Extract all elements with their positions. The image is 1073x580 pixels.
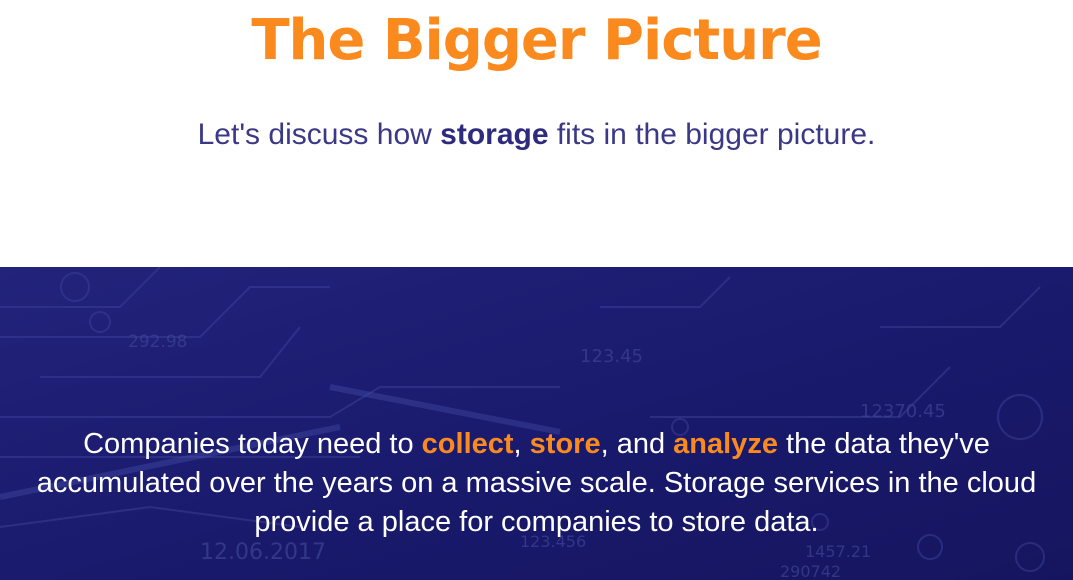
text-segment: Companies today need to: [83, 428, 422, 460]
subtitle-text-before: Let's discuss how: [197, 118, 441, 151]
decor-number: 12.06.2017: [200, 540, 326, 565]
decor-number: 290742: [780, 562, 841, 580]
subtitle-emphasis: storage: [440, 118, 549, 151]
page-title: The Bigger Picture: [251, 8, 822, 73]
info-band: 292.98 123.45 12370.45 12.06.2017 123.45…: [0, 267, 1073, 580]
keyword-analyze: analyze: [673, 428, 778, 460]
header-section: The Bigger Picture Let's discuss how sto…: [0, 0, 1073, 267]
keyword-store: store: [529, 428, 601, 460]
decor-number: 292.98: [128, 332, 187, 352]
keyword-collect: collect: [421, 428, 514, 460]
decor-number: 12370.45: [860, 401, 946, 422]
band-description: Companies today need to collect, store, …: [10, 425, 1063, 542]
decor-number: 123.45: [580, 346, 643, 367]
text-segment: , and: [600, 428, 674, 460]
decor-number: 1457.21: [805, 542, 871, 561]
page-subtitle: Let's discuss how storage fits in the bi…: [0, 116, 1073, 154]
text-segment: ,: [513, 428, 530, 460]
subtitle-text-after: fits in the bigger picture.: [548, 118, 876, 151]
